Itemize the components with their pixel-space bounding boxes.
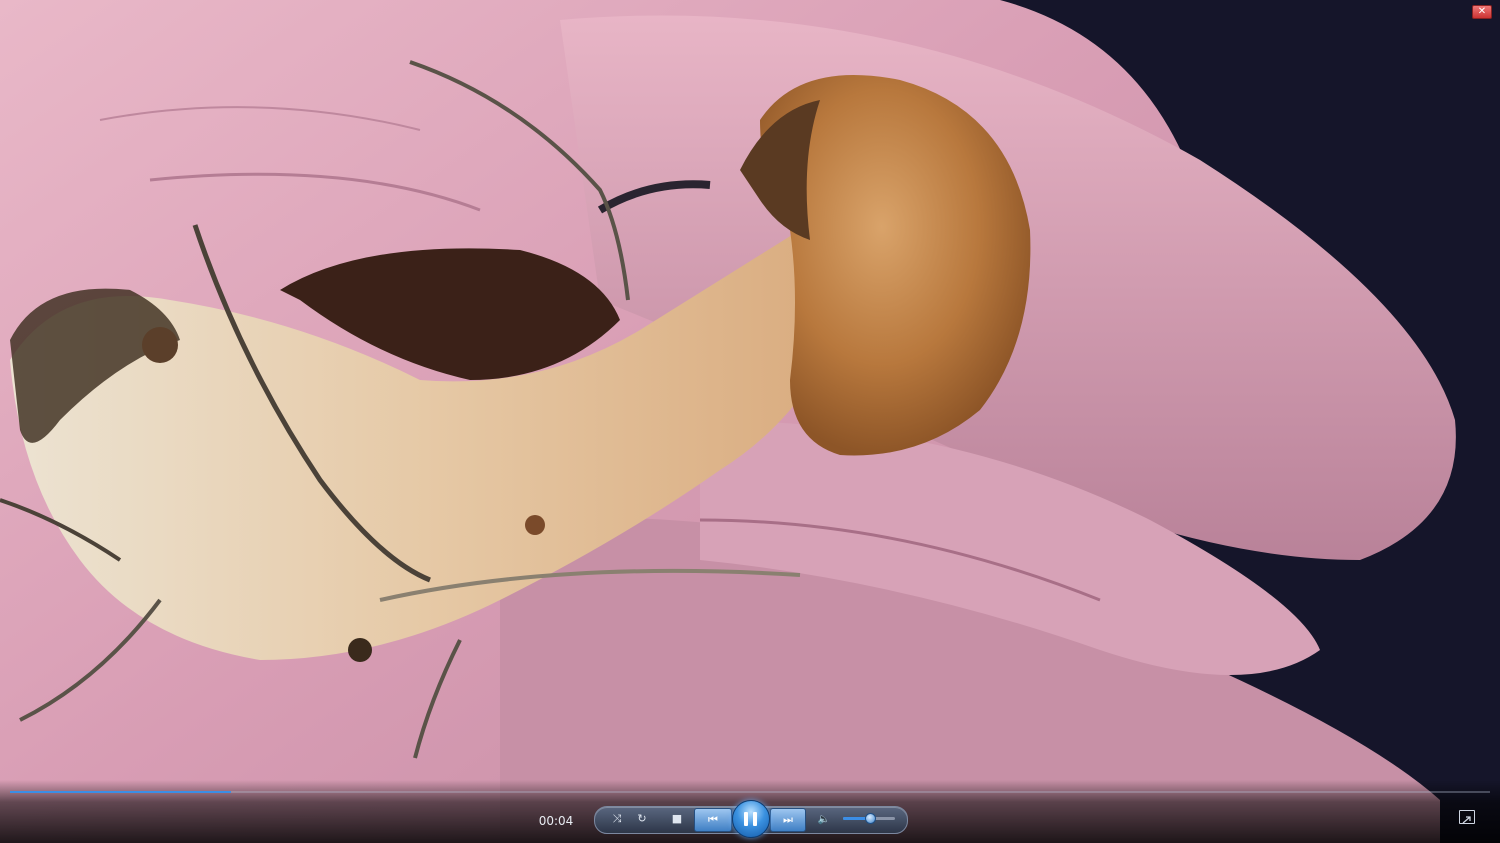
fullscreen-button[interactable] xyxy=(1459,810,1475,824)
mushroom-in-hand-image xyxy=(0,0,1500,843)
player-controls-bar: 00:04 ⤨ ↻ ■ ⏮ ⏭ 🔈 xyxy=(0,780,1500,843)
volume-handle[interactable] xyxy=(865,813,876,824)
previous-icon: ⏮ xyxy=(708,813,718,826)
close-button[interactable]: ✕ xyxy=(1472,5,1492,19)
shuffle-button[interactable]: ⤨ xyxy=(607,810,627,828)
seek-bar[interactable] xyxy=(10,791,1490,793)
pause-button[interactable] xyxy=(732,800,770,838)
repeat-icon: ↻ xyxy=(637,812,647,825)
seek-progress xyxy=(10,791,231,793)
stop-icon: ■ xyxy=(671,812,683,825)
speaker-icon: 🔈 xyxy=(817,814,831,825)
video-frame[interactable]: ✕ xyxy=(0,0,1500,843)
elapsed-time: 00:04 xyxy=(538,814,574,828)
mute-button[interactable]: 🔈 xyxy=(814,810,834,828)
repeat-button[interactable]: ↻ xyxy=(632,810,652,828)
next-button[interactable]: ⏭ xyxy=(770,808,806,832)
stop-button[interactable]: ■ xyxy=(667,810,687,828)
next-icon: ⏭ xyxy=(783,813,793,826)
fullscreen-icon xyxy=(1462,816,1471,824)
shuffle-icon: ⤨ xyxy=(612,812,622,825)
previous-button[interactable]: ⏮ xyxy=(694,808,732,832)
close-icon: ✕ xyxy=(1477,6,1487,17)
